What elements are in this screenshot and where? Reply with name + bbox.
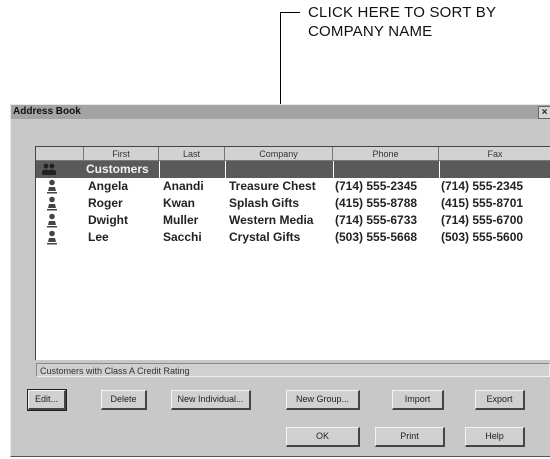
header-phone[interactable]: Phone — [333, 147, 439, 161]
person-icon — [47, 230, 57, 245]
cell-phone: (714) 555-6733 — [335, 213, 418, 227]
column-divider — [333, 161, 334, 178]
callout-leader-horizontal — [280, 12, 300, 13]
cell-company: Western Media — [229, 213, 314, 227]
column-divider — [159, 161, 160, 178]
cell-phone: (714) 555-2345 — [335, 179, 418, 193]
cell-phone: (415) 555-8788 — [335, 196, 418, 210]
title-bar: Address Book × — [11, 105, 550, 119]
group-row-customers[interactable]: Customers — [36, 161, 550, 178]
header-first[interactable]: First — [84, 147, 159, 161]
cell-first: Roger — [88, 196, 123, 210]
callout-line-1: CLICK HERE TO SORT BY — [308, 4, 497, 21]
close-icon[interactable]: × — [538, 106, 550, 119]
cell-first: Dwight — [88, 213, 128, 227]
table-row[interactable]: Roger Kwan Splash Gifts (415) 555-8788 (… — [36, 195, 550, 212]
help-button[interactable]: Help — [465, 427, 525, 447]
group-label: Customers — [86, 162, 149, 176]
column-divider — [439, 161, 440, 178]
cell-last: Muller — [163, 213, 199, 227]
header-icon-column[interactable] — [36, 147, 84, 161]
cell-fax: (714) 555-2345 — [441, 179, 524, 193]
table-row[interactable]: Dwight Muller Western Media (714) 555-67… — [36, 212, 550, 229]
callout-line-2: COMPANY NAME — [308, 23, 433, 40]
ok-button[interactable]: OK — [286, 427, 360, 447]
person-icon — [47, 179, 57, 194]
cell-last: Kwan — [163, 196, 196, 210]
address-table: First Last Company Phone Fax Customers A… — [35, 146, 550, 360]
group-icon — [42, 163, 56, 175]
cell-fax: (415) 555-8701 — [441, 196, 524, 210]
cell-phone: (503) 555-5668 — [335, 230, 418, 244]
address-book-window: Address Book × First Last Company Phone … — [10, 104, 550, 457]
table-row[interactable]: Angela Anandi Treasure Chest (714) 555-2… — [36, 178, 550, 195]
cell-company: Crystal Gifts — [229, 230, 301, 244]
cell-first: Lee — [88, 230, 109, 244]
window-title: Address Book — [13, 106, 81, 117]
column-divider — [225, 161, 226, 178]
table-row[interactable]: Lee Sacchi Crystal Gifts (503) 555-5668 … — [36, 229, 550, 246]
group-description-bar: Customers with Class A Credit Rating — [36, 363, 550, 377]
cell-fax: (714) 555-6700 — [441, 213, 524, 227]
cell-fax: (503) 555-5600 — [441, 230, 524, 244]
header-last[interactable]: Last — [159, 147, 225, 161]
new-group-button[interactable]: New Group... — [286, 390, 360, 410]
callout-annotation: CLICK HERE TO SORT BY COMPANY NAME — [308, 3, 548, 41]
person-icon — [47, 213, 57, 228]
delete-button[interactable]: Delete — [101, 390, 147, 410]
person-icon — [47, 196, 57, 211]
cell-last: Sacchi — [163, 230, 202, 244]
cell-last: Anandi — [163, 179, 204, 193]
header-company[interactable]: Company — [225, 147, 333, 161]
print-button[interactable]: Print — [375, 427, 445, 447]
edit-button[interactable]: Edit... — [27, 389, 67, 411]
cell-company: Treasure Chest — [229, 179, 316, 193]
cell-first: Angela — [88, 179, 129, 193]
header-fax[interactable]: Fax — [439, 147, 550, 161]
import-button[interactable]: Import — [392, 390, 444, 410]
export-button[interactable]: Export — [475, 390, 525, 410]
callout-leader-line — [280, 12, 281, 118]
cell-company: Splash Gifts — [229, 196, 300, 210]
new-individual-button[interactable]: New Individual... — [171, 390, 251, 410]
